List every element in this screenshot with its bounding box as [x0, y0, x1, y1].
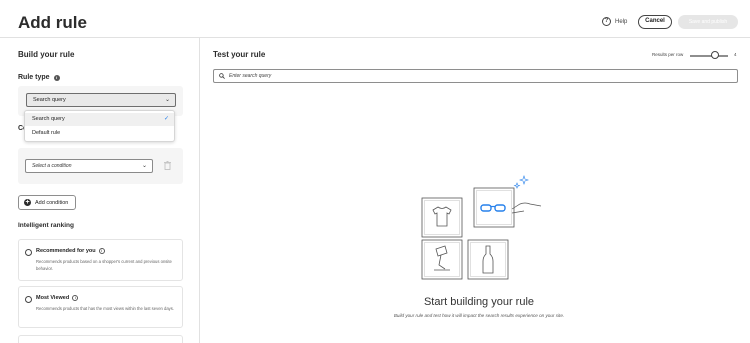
- test-heading: Test your rule: [213, 50, 266, 59]
- menu-item-label: Default rule: [32, 130, 61, 136]
- empty-state-subtitle: Build your rule and test how it will imp…: [393, 313, 565, 318]
- glasses-card: [473, 187, 542, 228]
- intelligent-ranking-heading: Intelligent ranking: [18, 222, 74, 229]
- lamp-card: [421, 239, 463, 280]
- condition-container: Select a condition ⌄: [18, 148, 183, 184]
- ranking-option-title: Most Viewed i: [36, 295, 79, 301]
- ranking-option-most-viewed[interactable]: Most Viewed i Recommends products that h…: [18, 286, 183, 328]
- ranking-option-partial[interactable]: [18, 335, 183, 343]
- bottle-card: [467, 239, 509, 280]
- check-icon: ✓: [163, 116, 169, 122]
- ranking-title-text: Most Viewed: [36, 295, 70, 301]
- plus-icon: +: [24, 199, 31, 206]
- menu-item-default-rule[interactable]: Default rule: [25, 127, 174, 140]
- add-condition-button[interactable]: + Add condition: [18, 195, 76, 210]
- build-heading: Build your rule: [18, 50, 75, 59]
- empty-state-illustration: [421, 175, 542, 280]
- rule-type-value: Search query: [33, 97, 66, 103]
- chevron-down-icon: ⌄: [141, 163, 147, 169]
- ranking-option-title: Recommended for you i: [36, 248, 105, 254]
- menu-item-search-query[interactable]: Search query ✓: [25, 113, 174, 126]
- tshirt-card: [421, 197, 463, 238]
- chevron-down-icon: ⌄: [164, 97, 170, 103]
- search-input[interactable]: [229, 73, 709, 79]
- build-panel: Build your rule Rule type i Search query…: [0, 38, 200, 343]
- info-icon[interactable]: i: [72, 295, 79, 301]
- search-box[interactable]: [213, 69, 738, 83]
- radio-button[interactable]: [25, 296, 32, 303]
- rule-type-heading: Rule type i: [18, 74, 60, 81]
- empty-state-title: Start building your rule: [423, 296, 535, 308]
- save-and-publish-button[interactable]: Save and publish: [678, 15, 738, 29]
- results-per-row-slider-track[interactable]: [690, 55, 728, 57]
- results-per-row-value: 4: [734, 52, 737, 57]
- search-icon: [219, 73, 225, 79]
- rule-type-label: Rule type: [18, 74, 50, 81]
- hand-icon: [511, 202, 542, 214]
- add-condition-label: Add condition: [35, 199, 69, 206]
- help-link[interactable]: ? Help: [602, 17, 627, 26]
- help-icon: ?: [602, 17, 611, 26]
- ranking-option-description: Recommends products based on a shopper's…: [36, 259, 172, 271]
- radio-button[interactable]: [25, 249, 32, 256]
- sparkle-icon: [513, 175, 529, 189]
- ranking-title-text: Recommended for you: [36, 248, 96, 254]
- condition-placeholder: Select a condition: [32, 163, 72, 169]
- rule-type-menu: Search query ✓ Default rule: [24, 110, 175, 142]
- rule-type-select[interactable]: Search query ⌄: [26, 93, 176, 107]
- results-per-row-slider-handle[interactable]: [711, 51, 719, 59]
- trash-icon[interactable]: [164, 161, 171, 170]
- info-icon[interactable]: i: [98, 248, 105, 254]
- results-per-row-label: Results per row: [652, 52, 684, 57]
- page-title: Add rule: [18, 13, 87, 32]
- page-header: Add rule ? Help Cancel Save and publish: [0, 0, 750, 38]
- help-label: Help: [615, 18, 628, 25]
- cancel-button[interactable]: Cancel: [638, 15, 672, 29]
- condition-select[interactable]: Select a condition ⌄: [25, 159, 153, 173]
- info-icon[interactable]: i: [53, 74, 60, 81]
- menu-item-label: Search query: [32, 116, 65, 122]
- ranking-option-description: Recommends products that has the most vi…: [36, 306, 175, 311]
- ranking-option-recommended[interactable]: Recommended for you i Recommends product…: [18, 239, 183, 281]
